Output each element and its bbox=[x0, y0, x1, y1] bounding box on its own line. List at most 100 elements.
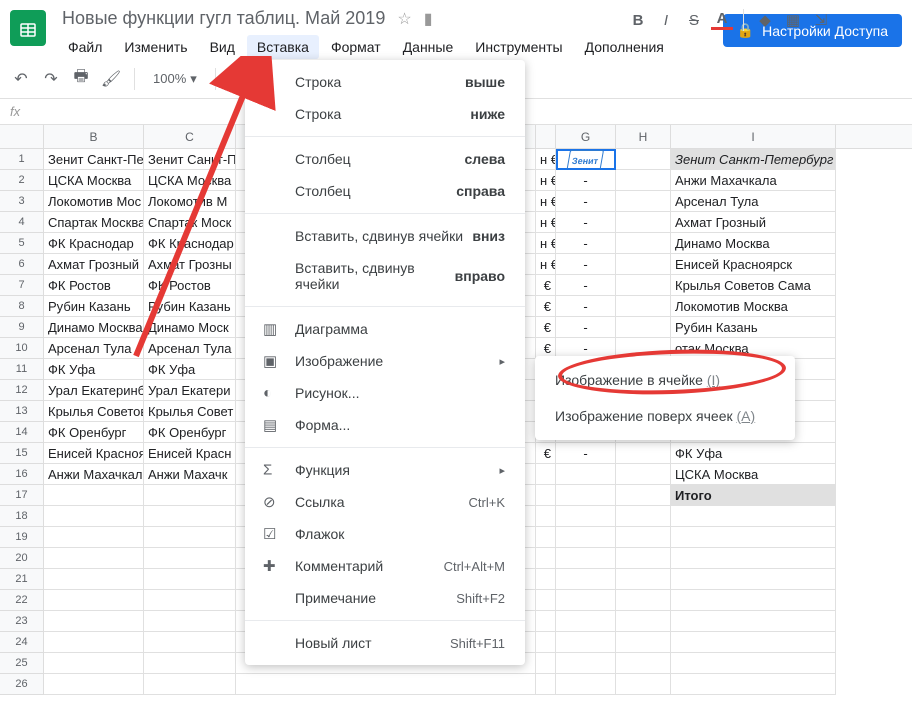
row-header-23[interactable]: 23 bbox=[0, 611, 44, 632]
cell-c11[interactable]: ФК Уфа bbox=[144, 359, 236, 380]
cell-i6[interactable]: Енисей Красноярск bbox=[671, 254, 836, 275]
cell-e7[interactable]: € bbox=[536, 275, 556, 296]
cell-c2[interactable]: ЦСКА Москва bbox=[144, 170, 236, 191]
cell-c7[interactable]: ФК Ростов bbox=[144, 275, 236, 296]
cell-b4[interactable]: Спартак Москва bbox=[44, 212, 144, 233]
cell-g1[interactable]: Зенит bbox=[556, 149, 616, 170]
cell-h26[interactable] bbox=[616, 674, 671, 695]
cell-g8[interactable]: - bbox=[556, 296, 616, 317]
cell-g5[interactable]: - bbox=[556, 233, 616, 254]
cell-c24[interactable] bbox=[144, 632, 236, 653]
row-header-11[interactable]: 11 bbox=[0, 359, 44, 380]
row-header-13[interactable]: 13 bbox=[0, 401, 44, 422]
cell-e16[interactable] bbox=[536, 464, 556, 485]
cell-b15[interactable]: Енисей Красноя bbox=[44, 443, 144, 464]
cell-g22[interactable] bbox=[556, 590, 616, 611]
cell-i24[interactable] bbox=[671, 632, 836, 653]
cell-h2[interactable] bbox=[616, 170, 671, 191]
cell-i21[interactable] bbox=[671, 569, 836, 590]
cell-h25[interactable] bbox=[616, 653, 671, 674]
cell-b16[interactable]: Анжи Махачкал bbox=[44, 464, 144, 485]
cell-g21[interactable] bbox=[556, 569, 616, 590]
fill-color-icon[interactable]: ◆ bbox=[754, 11, 776, 29]
cell-e25[interactable] bbox=[536, 653, 556, 674]
cell-b5[interactable]: ФК Краснодар bbox=[44, 233, 144, 254]
row-header-15[interactable]: 15 bbox=[0, 443, 44, 464]
cell-e24[interactable] bbox=[536, 632, 556, 653]
cell-e8[interactable]: € bbox=[536, 296, 556, 317]
cell-e23[interactable] bbox=[536, 611, 556, 632]
cell-e9[interactable]: € bbox=[536, 317, 556, 338]
cell-c22[interactable] bbox=[144, 590, 236, 611]
dd-drawing[interactable]: ◐Рисунок... bbox=[245, 377, 525, 409]
menu-tools[interactable]: Инструменты bbox=[465, 35, 572, 59]
cell-c1[interactable]: Зенит Санкт-П bbox=[144, 149, 236, 170]
col-header-H[interactable]: H bbox=[616, 125, 671, 148]
cell-i3[interactable]: Арсенал Тула bbox=[671, 191, 836, 212]
cell-c23[interactable] bbox=[144, 611, 236, 632]
cell-i17[interactable]: Итого bbox=[671, 485, 836, 506]
cell-c4[interactable]: Спартак Моск bbox=[144, 212, 236, 233]
cell-h23[interactable] bbox=[616, 611, 671, 632]
cell-c14[interactable]: ФК Оренбург bbox=[144, 422, 236, 443]
cell-c13[interactable]: Крылья Совет bbox=[144, 401, 236, 422]
row-header-20[interactable]: 20 bbox=[0, 548, 44, 569]
cell-b6[interactable]: Ахмат Грозный bbox=[44, 254, 144, 275]
cell-c21[interactable] bbox=[144, 569, 236, 590]
cell-c19[interactable] bbox=[144, 527, 236, 548]
font-color-icon[interactable]: A bbox=[711, 10, 733, 30]
cell-e20[interactable] bbox=[536, 548, 556, 569]
cell-c16[interactable]: Анжи Махачк bbox=[144, 464, 236, 485]
cell-b11[interactable]: ФК Уфа bbox=[44, 359, 144, 380]
cell-c17[interactable] bbox=[144, 485, 236, 506]
redo-icon[interactable]: ↷ bbox=[40, 69, 62, 89]
menu-format[interactable]: Формат bbox=[321, 35, 391, 59]
dd-col-left[interactable]: Столбец слева bbox=[245, 143, 525, 175]
row-header-24[interactable]: 24 bbox=[0, 632, 44, 653]
row-header-7[interactable]: 7 bbox=[0, 275, 44, 296]
cell-h5[interactable] bbox=[616, 233, 671, 254]
row-header-12[interactable]: 12 bbox=[0, 380, 44, 401]
cell-b8[interactable]: Рубин Казань bbox=[44, 296, 144, 317]
menu-data[interactable]: Данные bbox=[393, 35, 464, 59]
cell-i18[interactable] bbox=[671, 506, 836, 527]
cell-c26[interactable] bbox=[144, 674, 236, 695]
cell-g7[interactable]: - bbox=[556, 275, 616, 296]
strike-icon[interactable]: S bbox=[683, 12, 705, 29]
menu-insert[interactable]: Вставка bbox=[247, 35, 319, 59]
cell-e15[interactable]: € bbox=[536, 443, 556, 464]
cell-h18[interactable] bbox=[616, 506, 671, 527]
merge-icon[interactable]: ⇲ bbox=[810, 11, 832, 29]
cell-c20[interactable] bbox=[144, 548, 236, 569]
cell-b22[interactable] bbox=[44, 590, 144, 611]
row-header-4[interactable]: 4 bbox=[0, 212, 44, 233]
print-icon[interactable]: 🖶 bbox=[70, 65, 92, 92]
cell-b17[interactable] bbox=[44, 485, 144, 506]
cell-i2[interactable]: Анжи Махачкала bbox=[671, 170, 836, 191]
cell-b9[interactable]: Динамо Москва bbox=[44, 317, 144, 338]
cell-c15[interactable]: Енисей Красн bbox=[144, 443, 236, 464]
cell-e2[interactable]: н € bbox=[536, 170, 556, 191]
cell-c6[interactable]: Ахмат Грозны bbox=[144, 254, 236, 275]
row-header-14[interactable]: 14 bbox=[0, 422, 44, 443]
cell-g26[interactable] bbox=[556, 674, 616, 695]
cell-g25[interactable] bbox=[556, 653, 616, 674]
cell-g18[interactable] bbox=[556, 506, 616, 527]
dd-row-above[interactable]: Строка выше bbox=[245, 66, 525, 98]
row-header-6[interactable]: 6 bbox=[0, 254, 44, 275]
cell-h6[interactable] bbox=[616, 254, 671, 275]
cell-c12[interactable]: Урал Екатери bbox=[144, 380, 236, 401]
cell-c3[interactable]: Локомотив М bbox=[144, 191, 236, 212]
cell-b1[interactable]: Зенит Санкт-Пет bbox=[44, 149, 144, 170]
row-header-9[interactable]: 9 bbox=[0, 317, 44, 338]
dd-row-below[interactable]: Строка ниже bbox=[245, 98, 525, 130]
cell-h3[interactable] bbox=[616, 191, 671, 212]
row-header-10[interactable]: 10 bbox=[0, 338, 44, 359]
dd-col-right[interactable]: Столбец справа bbox=[245, 175, 525, 207]
dd-form[interactable]: ▤Форма... bbox=[245, 409, 525, 441]
cell-g9[interactable]: - bbox=[556, 317, 616, 338]
cell-b13[interactable]: Крылья Советов bbox=[44, 401, 144, 422]
cell-b19[interactable] bbox=[44, 527, 144, 548]
star-icon[interactable]: ☆ bbox=[397, 9, 411, 29]
cell-i15[interactable]: ФК Уфа bbox=[671, 443, 836, 464]
